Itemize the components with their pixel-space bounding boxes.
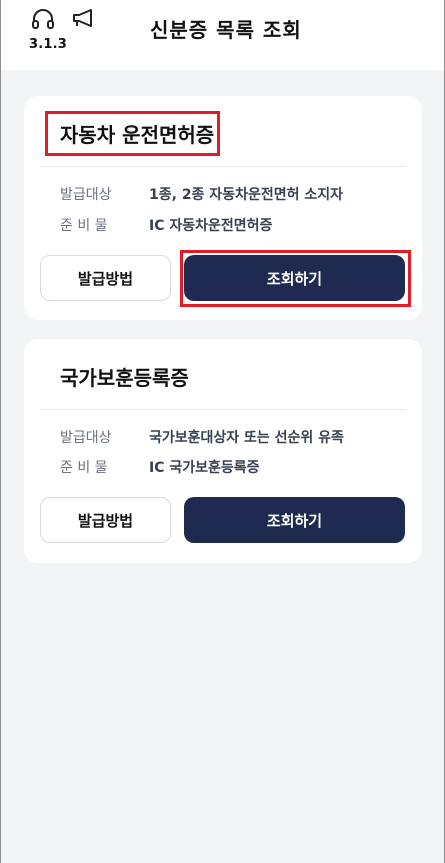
requirements-label: 준 비 물: [60, 460, 108, 476]
view-button[interactable]: 조회하기: [184, 497, 405, 543]
frame-border-left: [0, 0, 1, 863]
issue-method-button[interactable]: 발급방법: [40, 497, 171, 543]
requirements-label: 준 비 물: [60, 218, 108, 234]
card-divider: [40, 409, 406, 410]
view-button[interactable]: 조회하기: [184, 255, 405, 301]
eligibility-value: 1종, 2종 자동차운전면허 소지자: [149, 187, 343, 203]
card-title: 국가보훈등록증: [60, 366, 189, 390]
issue-method-button[interactable]: 발급방법: [40, 255, 171, 301]
eligibility-label: 발급대상: [60, 430, 112, 446]
id-card-item-driver-license: 자동차 운전면허증 발급대상 1종, 2종 자동차운전면허 소지자 준 비 물 …: [24, 96, 422, 320]
eligibility-label: 발급대상: [60, 187, 112, 203]
app-header: 3.1.3 신분증 목록 조회: [0, 0, 445, 70]
headset-icon[interactable]: [30, 8, 56, 30]
card-divider: [40, 166, 406, 167]
megaphone-icon[interactable]: [70, 7, 96, 29]
page-title: 신분증 목록 조회: [150, 18, 302, 42]
app-version: 3.1.3: [29, 37, 68, 52]
card-title: 자동차 운전면허증: [60, 123, 215, 147]
eligibility-value: 국가보훈대상자 또는 선순위 유족: [149, 430, 344, 446]
requirements-value: IC 국가보훈등록증: [149, 460, 260, 476]
requirements-value: IC 자동차운전면허증: [149, 218, 273, 234]
id-card-item-veterans-card: 국가보훈등록증 발급대상 국가보훈대상자 또는 선순위 유족 준 비 물 IC …: [24, 339, 422, 563]
